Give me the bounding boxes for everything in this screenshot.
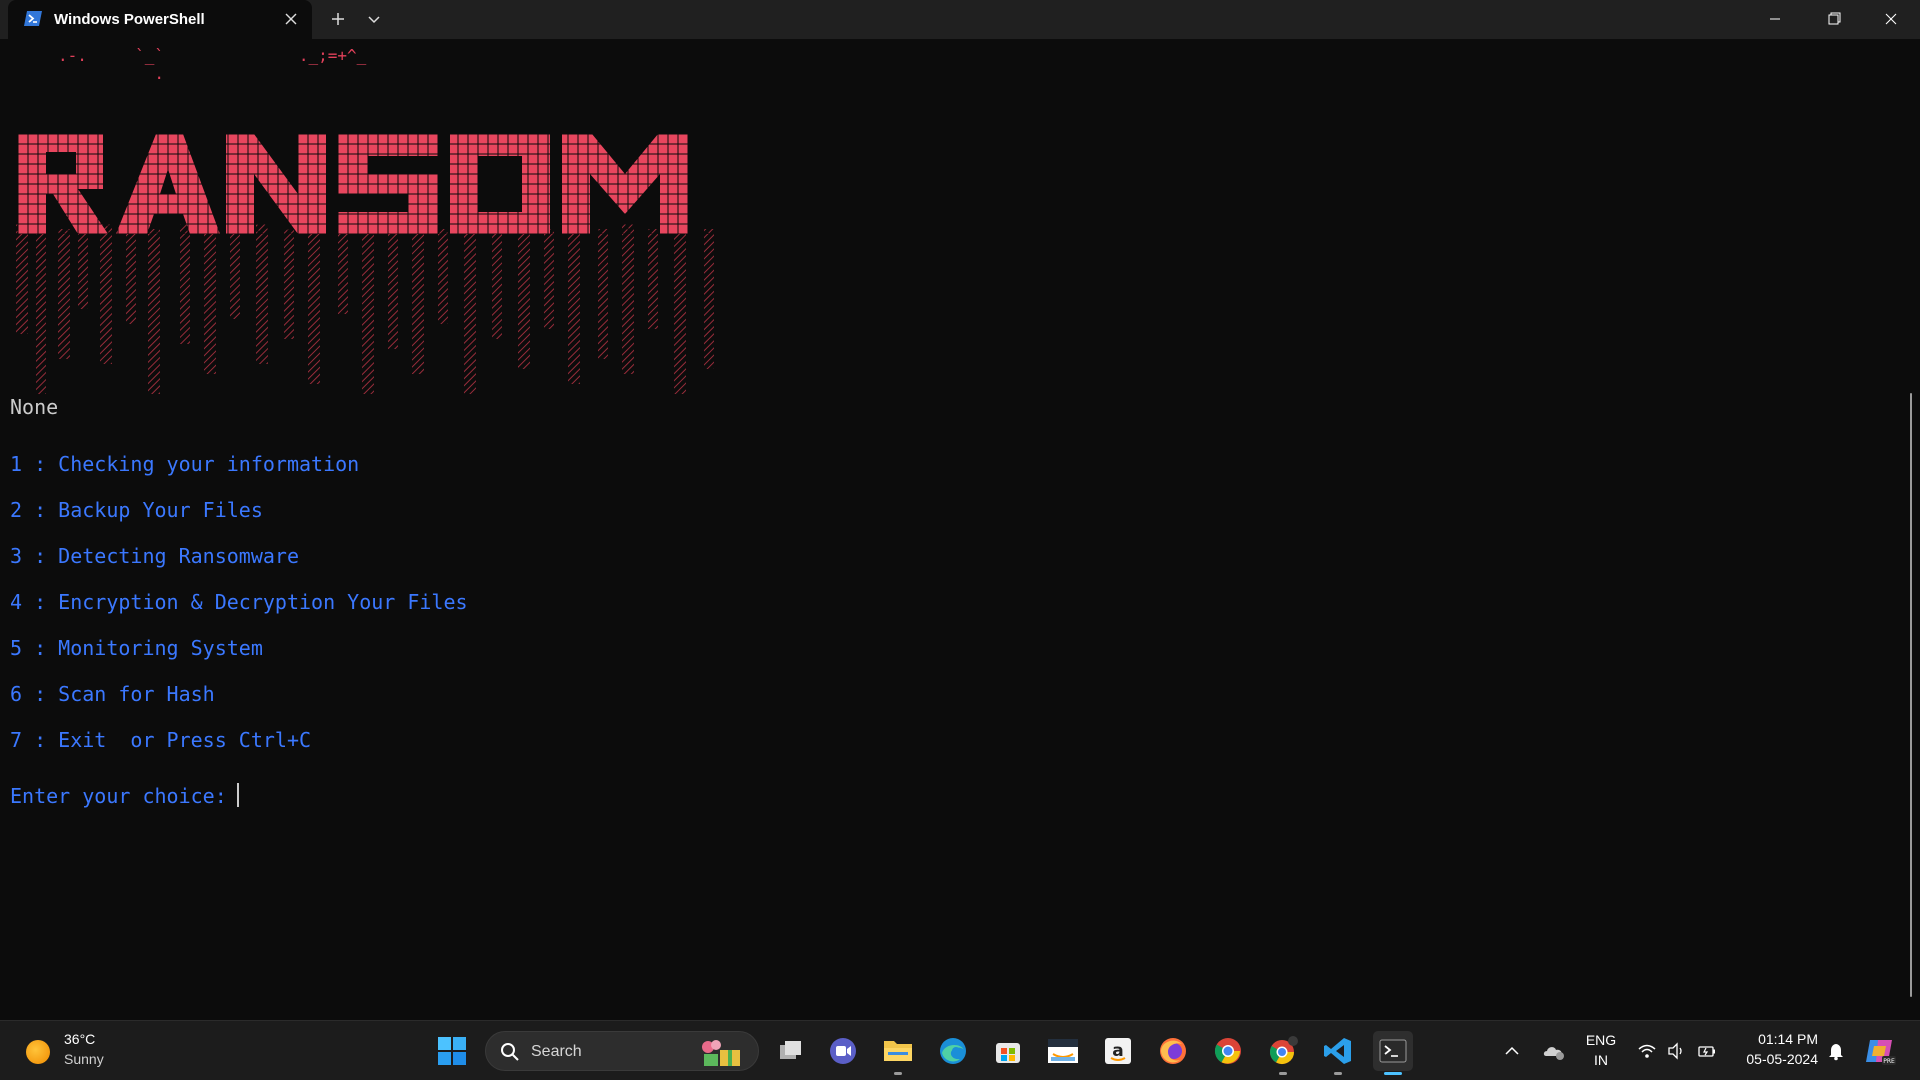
- input-prompt: Enter your choice:: [10, 784, 239, 808]
- menu-item-6: 6 : Scan for Hash: [10, 682, 215, 706]
- amazon-a-button[interactable]: a: [1098, 1031, 1138, 1071]
- start-icon: [438, 1037, 466, 1065]
- start-button[interactable]: [432, 1031, 472, 1071]
- terminal-icon: [1379, 1039, 1407, 1063]
- title-bar: Windows PowerShell: [0, 0, 1920, 39]
- edge-icon: [940, 1038, 966, 1064]
- vscode-icon: [1324, 1038, 1351, 1064]
- amazon-icon: [1048, 1039, 1078, 1063]
- ransom-banner: [8, 134, 728, 394]
- clock-date[interactable]: 05-05-2024: [1734, 1051, 1818, 1067]
- task-view-button[interactable]: [770, 1031, 810, 1071]
- menu-item-7: 7 : Exit or Press Ctrl+C: [10, 728, 312, 752]
- edge-button[interactable]: [933, 1031, 973, 1071]
- weather-condition: Sunny: [64, 1051, 104, 1067]
- battery-icon[interactable]: [1697, 1041, 1717, 1061]
- store-icon: [996, 1043, 1020, 1063]
- tab-title: Windows PowerShell: [54, 11, 205, 28]
- close-icon[interactable]: [280, 8, 302, 30]
- wifi-icon[interactable]: [1637, 1041, 1657, 1061]
- vscode-button[interactable]: [1318, 1031, 1358, 1075]
- svg-text:a: a: [1112, 1041, 1123, 1061]
- menu-item-2: 2 : Backup Your Files: [10, 498, 263, 522]
- sun-icon: [26, 1040, 50, 1064]
- minimize-icon[interactable]: [1746, 0, 1804, 39]
- terminal-window[interactable]: .-. `_` ._;=+^_ . None 1: Checking your…: [0, 39, 1920, 1020]
- copilot-icon[interactable]: PRE: [1864, 1036, 1896, 1066]
- firefox-icon: [1160, 1038, 1186, 1064]
- scrollbar[interactable]: [1910, 393, 1912, 997]
- svg-text:PRE: PRE: [1883, 1058, 1895, 1065]
- language-code[interactable]: ENG: [1583, 1032, 1619, 1048]
- chrome-button[interactable]: [1208, 1031, 1248, 1071]
- menu-item-5: 5 : Monitoring System: [10, 636, 263, 660]
- amazon-button[interactable]: [1043, 1031, 1083, 1071]
- clock-time[interactable]: 01:14 PM: [1734, 1031, 1818, 1047]
- file-explorer-icon: [884, 1041, 912, 1061]
- none-output: None: [10, 395, 59, 419]
- firefox-button[interactable]: [1153, 1031, 1193, 1071]
- terminal-button[interactable]: [1373, 1031, 1413, 1075]
- search-box[interactable]: Search: [485, 1031, 759, 1071]
- chevron-up-icon[interactable]: [1502, 1041, 1522, 1061]
- gift-icon: [702, 1040, 740, 1066]
- active-indicator: [1384, 1072, 1402, 1075]
- search-placeholder: Search: [531, 1043, 582, 1060]
- plus-icon[interactable]: [326, 8, 350, 30]
- running-indicator: [894, 1072, 902, 1075]
- chrome-profile-icon: [1269, 1036, 1298, 1065]
- text-cursor[interactable]: [237, 783, 239, 807]
- meet-button[interactable]: [823, 1031, 863, 1071]
- amazon-a-icon: a: [1105, 1038, 1131, 1064]
- running-indicator: [1334, 1072, 1342, 1075]
- taskbar: 36°C Sunny Search a ENG IN 01:14 PM 05-0…: [0, 1020, 1920, 1080]
- chrome-icon: [1214, 1038, 1241, 1064]
- onedrive-icon[interactable]: [1542, 1041, 1566, 1061]
- powershell-icon: [24, 11, 42, 26]
- menu-item-3: 3 : Detecting Ransomware: [10, 544, 299, 568]
- ascii-art-top: .-. `_` ._;=+^_ .: [58, 46, 367, 83]
- meet-icon: [830, 1038, 856, 1064]
- menu-item-4: 4 : Encryption & Decryption Your Files: [10, 590, 468, 614]
- weather-temp: 36°C: [64, 1031, 96, 1047]
- file-explorer-button[interactable]: [878, 1031, 918, 1075]
- bell-icon[interactable]: [1826, 1041, 1846, 1061]
- maximize-icon[interactable]: [1804, 0, 1862, 39]
- tab-windows-powershell[interactable]: Windows PowerShell: [8, 0, 312, 39]
- volume-icon[interactable]: [1666, 1041, 1686, 1061]
- task-view-icon: [780, 1041, 801, 1059]
- running-indicator: [1279, 1072, 1287, 1075]
- weather-widget[interactable]: 36°C Sunny: [22, 1030, 132, 1072]
- chevron-down-icon[interactable]: [362, 8, 386, 30]
- menu-item-1: 1 : Checking your information: [10, 452, 360, 476]
- chrome-profile-button[interactable]: [1263, 1031, 1303, 1075]
- language-region[interactable]: IN: [1583, 1052, 1619, 1068]
- store-button[interactable]: [988, 1031, 1028, 1071]
- close-icon[interactable]: [1862, 0, 1920, 39]
- search-icon: [501, 1043, 519, 1061]
